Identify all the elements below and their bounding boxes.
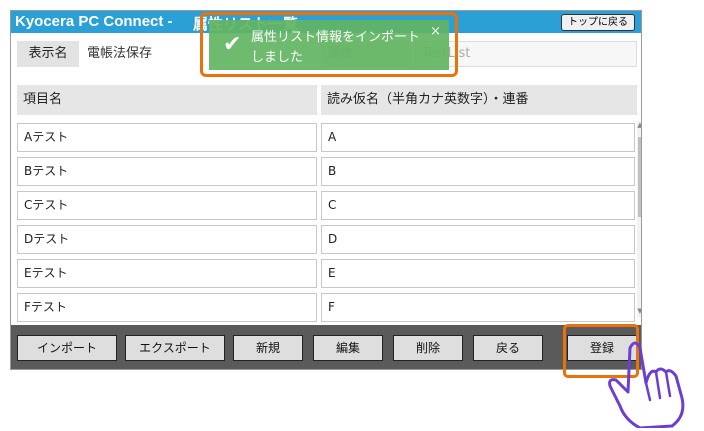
item-name-field[interactable]: Cテスト	[17, 191, 317, 220]
column-header-reading: 読み仮名（半角カナ英数字）・連番	[321, 85, 637, 115]
export-button[interactable]: エクスポート	[125, 335, 225, 361]
app-title: Kyocera PC Connect -	[15, 13, 173, 30]
pointing-hand-icon	[608, 341, 685, 428]
back-button[interactable]: 戻る	[473, 335, 543, 361]
import-success-toast: ✔ 属性リスト情報をインポート しました ×	[200, 12, 458, 77]
item-list: Aテスト A Bテスト B Cテスト C Dテスト D Eテスト E Fテスト …	[17, 121, 639, 325]
scroll-down-arrow-icon[interactable]: ▼	[637, 307, 641, 317]
table-row: Cテスト C	[17, 189, 639, 223]
table-row: Fテスト F	[17, 291, 639, 325]
item-name-field[interactable]: Bテスト	[17, 157, 317, 186]
item-name-field[interactable]: Aテスト	[17, 123, 317, 152]
check-icon: ✔	[223, 32, 242, 57]
item-reading-field[interactable]: B	[321, 157, 635, 186]
delete-button[interactable]: 削除	[393, 335, 463, 361]
action-bar: インポート エクスポート 新規 編集 削除 戻る 登録	[11, 325, 641, 369]
edit-button[interactable]: 編集	[313, 335, 383, 361]
item-reading-field[interactable]: D	[321, 225, 635, 254]
item-reading-field[interactable]: F	[321, 293, 635, 322]
import-button[interactable]: インポート	[17, 335, 117, 361]
toast-body: ✔ 属性リスト情報をインポート しました ×	[209, 20, 449, 70]
scroll-up-arrow-icon[interactable]: ▲	[637, 121, 641, 131]
new-button[interactable]: 新規	[233, 335, 303, 361]
table-row: Dテスト D	[17, 223, 639, 257]
toast-message-line1: 属性リスト情報をインポート	[251, 30, 421, 45]
table-row: Bテスト B	[17, 155, 639, 189]
back-to-top-button[interactable]: トップに戻る	[561, 14, 635, 31]
item-reading-field[interactable]: C	[321, 191, 635, 220]
item-name-field[interactable]: Fテスト	[17, 293, 317, 322]
table-row: Aテスト A	[17, 121, 639, 155]
item-reading-field[interactable]: E	[321, 259, 635, 288]
item-name-field[interactable]: Eテスト	[17, 259, 317, 288]
column-header-item-name: 項目名	[17, 85, 317, 115]
item-name-field[interactable]: Dテスト	[17, 225, 317, 254]
list-scrollbar[interactable]: ▲ ▼	[637, 121, 641, 317]
item-reading-field[interactable]: A	[321, 123, 635, 152]
close-icon[interactable]: ×	[430, 24, 441, 39]
table-row: Eテスト E	[17, 257, 639, 291]
display-name-label: 表示名	[17, 41, 79, 67]
toast-message-line2: しました	[251, 50, 304, 65]
scroll-thumb[interactable]	[638, 137, 641, 217]
